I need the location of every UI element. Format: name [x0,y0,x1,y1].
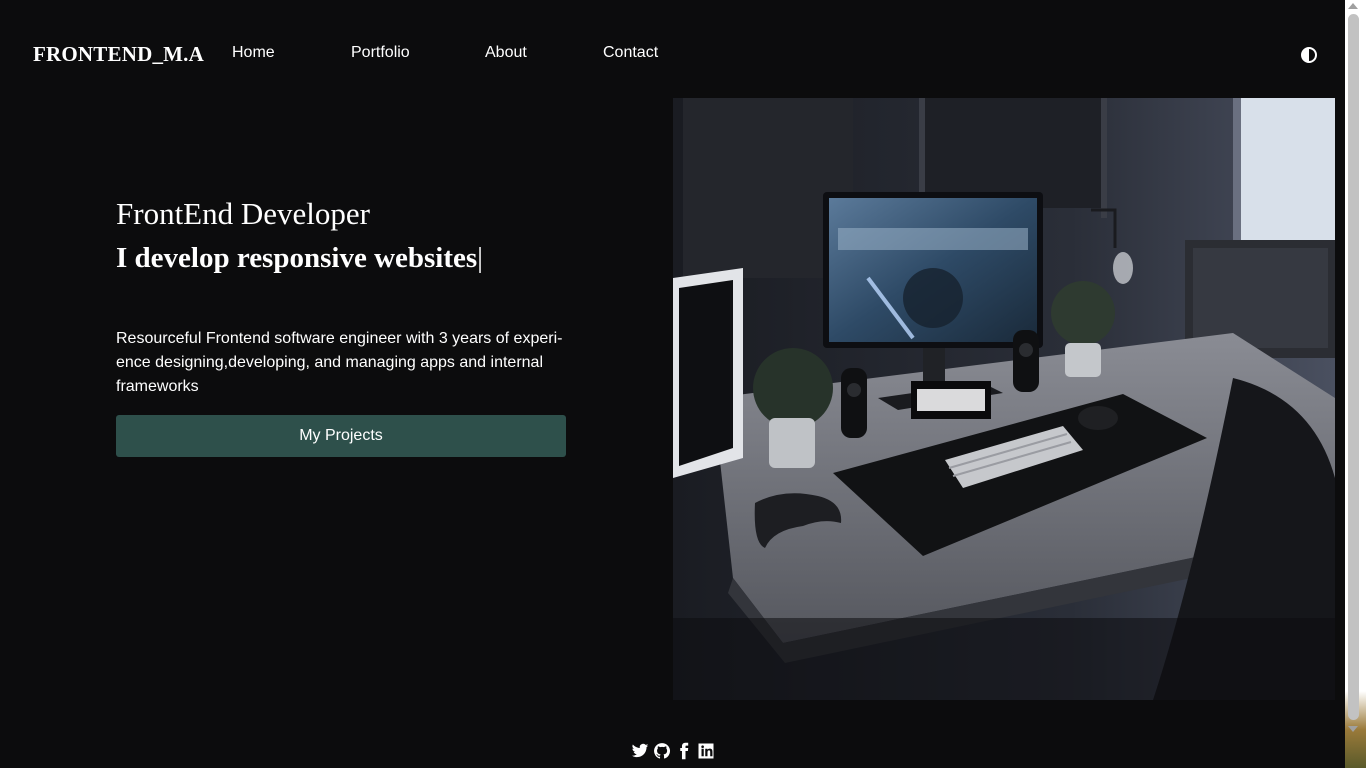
social-links [631,742,715,760]
scroll-down-arrow-icon[interactable] [1348,726,1358,732]
my-projects-button[interactable]: My Projects [116,415,566,457]
twitter-icon[interactable] [631,742,649,760]
nav-contact-link[interactable]: Contact [603,44,658,62]
typed-text: I develop responsive websites [116,242,478,274]
github-icon[interactable] [653,742,671,760]
hero-description: Resourceful Frontend software engineer w… [116,330,563,395]
nav-portfolio-link[interactable]: Portfolio [351,44,410,62]
scroll-up-arrow-icon[interactable] [1348,3,1358,9]
hero-image [673,98,1335,700]
theme-toggle-icon[interactable] [1301,47,1317,63]
linkedin-icon[interactable] [697,742,715,760]
brand-logo[interactable]: FRONTEND_M.A [33,42,204,67]
hero-typed-text: I develop responsive websites| [116,242,483,275]
nav-home-link[interactable]: Home [232,44,275,62]
page-scrollbar[interactable] [1345,0,1366,768]
desk-setup-illustration [673,98,1335,700]
nav-about-link[interactable]: About [485,44,527,62]
hero-title: FrontEnd Developer [116,196,370,231]
facebook-icon[interactable] [675,742,693,760]
scrollbar-thumb[interactable] [1348,14,1359,720]
typing-caret: | [477,242,483,274]
